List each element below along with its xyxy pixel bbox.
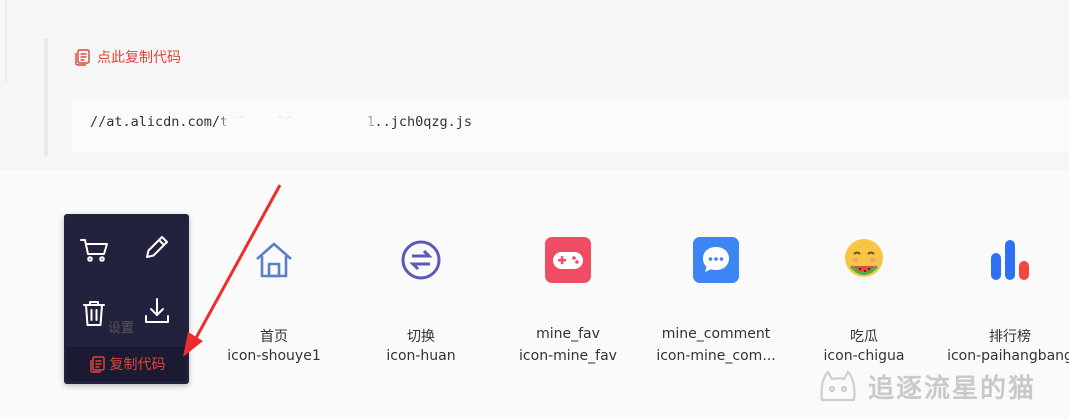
icon-name: 排行榜 — [989, 329, 1031, 345]
comment-icon — [641, 234, 791, 286]
edit-icon[interactable] — [140, 230, 174, 264]
copy-code-button[interactable]: 复制代码 — [66, 347, 187, 381]
icon-code: icon-paihangbang — [947, 348, 1069, 364]
switch-icon — [346, 234, 496, 286]
icon-name: mine_comment — [661, 326, 771, 342]
trash-icon[interactable] — [77, 296, 111, 330]
watermark: 追逐流星的猫 — [816, 366, 1036, 406]
ranking-icon — [935, 234, 1069, 286]
icon-card-mine-fav[interactable]: mine_fav icon-mine_fav — [493, 234, 643, 364]
redaction-blur — [224, 113, 372, 135]
icon-name: mine_fav — [536, 326, 600, 342]
copy-code-link[interactable]: 点此复制代码 — [73, 46, 181, 68]
icon-code: icon-mine_fav — [519, 348, 617, 364]
emoji-watermelon-icon — [789, 234, 939, 286]
icon-card-mine-comment[interactable]: mine_comment icon-mine_com... — [641, 234, 791, 364]
home-icon — [199, 234, 349, 286]
download-icon[interactable] — [140, 294, 174, 328]
gamepad-icon — [493, 234, 643, 286]
cart-icon[interactable] — [77, 232, 111, 266]
icon-name: 吃瓜 — [850, 329, 878, 345]
icon-name: 切换 — [407, 329, 435, 345]
copy-icon — [75, 49, 90, 66]
copy-icon — [89, 356, 105, 373]
cat-logo-icon — [820, 370, 856, 402]
settings-label: 设置 — [108, 321, 135, 336]
icon-hover-menu: 设置 复制代码 — [64, 214, 189, 384]
icon-name: 首页 — [260, 329, 288, 345]
divider — [5, 0, 7, 82]
icon-code: icon-mine_com... — [656, 348, 776, 364]
code-snippet-panel: 点此复制代码 //at.alicdn.com/t/font_26 _1..jch… — [0, 0, 1069, 170]
quote-bar — [44, 38, 48, 156]
icon-card-ranking[interactable]: 排行榜 icon-paihangbang — [935, 234, 1069, 364]
code-box[interactable]: //at.alicdn.com/t/font_26 _1..jch0qzg.js — [72, 98, 1069, 152]
icon-card-switch[interactable]: 切换 icon-huan — [346, 234, 496, 364]
icon-card-home[interactable]: 首页 icon-shouye1 — [199, 234, 349, 364]
copy-code-button-label: 复制代码 — [109, 357, 166, 373]
icon-code: icon-huan — [386, 348, 456, 364]
icon-card-chigua[interactable]: 吃瓜 icon-chigua — [789, 234, 939, 364]
icon-code: icon-chigua — [823, 348, 905, 364]
copy-link-label: 点此复制代码 — [97, 50, 181, 66]
icon-code: icon-shouye1 — [227, 348, 321, 364]
watermark-text: 追逐流星的猫 — [868, 373, 1037, 404]
